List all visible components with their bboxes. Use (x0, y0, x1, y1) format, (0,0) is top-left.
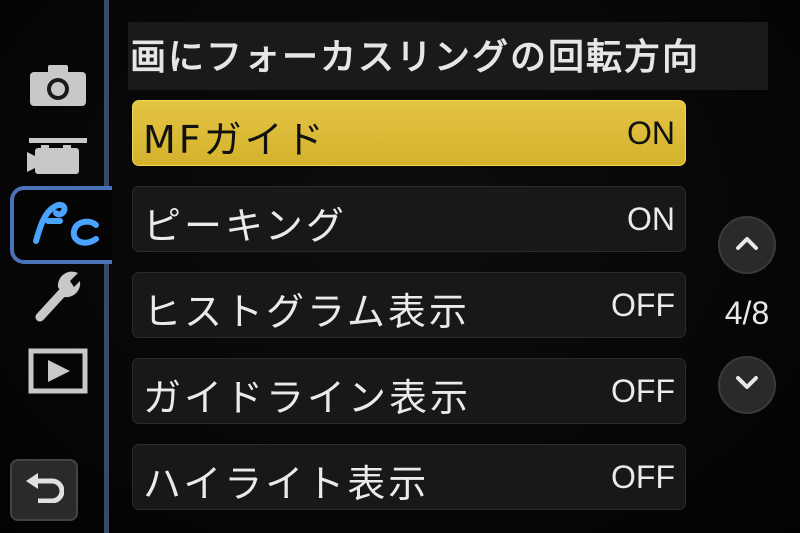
menu-item-label: MFガイド (143, 118, 327, 162)
menu-item-peaking[interactable]: ピーキング ON (132, 186, 686, 252)
back-button[interactable] (10, 459, 78, 521)
menu-item-value: OFF (611, 287, 675, 323)
sidebar-divider (104, 0, 109, 533)
back-arrow-icon (24, 473, 65, 507)
chevron-down-icon (735, 375, 759, 395)
page-down-button[interactable] (718, 356, 776, 414)
page-up-button[interactable] (718, 216, 776, 274)
chevron-up-icon (735, 235, 759, 255)
menu-item-histogram[interactable]: ヒストグラム表示 OFF (132, 272, 686, 338)
video-camera-icon[interactable] (26, 128, 90, 182)
menu-item-highlight[interactable]: ハイライト表示 OFF (132, 444, 686, 510)
camera-icon[interactable] (26, 58, 90, 112)
page-title: 画にフォーカスリングの回転方向 (130, 37, 701, 78)
camera-menu-screen: 画にフォーカスリングの回転方向 MFガイド ON ピーキング ON ヒストグラム… (0, 0, 800, 533)
page-indicator: 4/8 (724, 295, 770, 331)
menu-item-label: ハイライト表示 (143, 462, 430, 506)
menu-item-label: ヒストグラム表示 (143, 290, 470, 334)
menu-item-value: ON (627, 115, 675, 151)
playback-icon[interactable] (26, 344, 90, 398)
menu-item-value: ON (627, 201, 675, 237)
menu-item-guideline[interactable]: ガイドライン表示 OFF (132, 358, 686, 424)
menu-category-sidebar (0, 0, 112, 533)
menu-item-mf-guide[interactable]: MFガイド ON (132, 100, 686, 166)
menu-item-label: ピーキング (143, 204, 347, 248)
menu-item-value: OFF (611, 373, 675, 409)
custom-settings-icon[interactable] (10, 186, 112, 264)
menu-item-label: ガイドライン表示 (143, 376, 472, 420)
menu-item-value: OFF (611, 459, 675, 495)
wrench-icon[interactable] (26, 268, 90, 322)
menu-header: 画にフォーカスリングの回転方向 (128, 22, 768, 90)
